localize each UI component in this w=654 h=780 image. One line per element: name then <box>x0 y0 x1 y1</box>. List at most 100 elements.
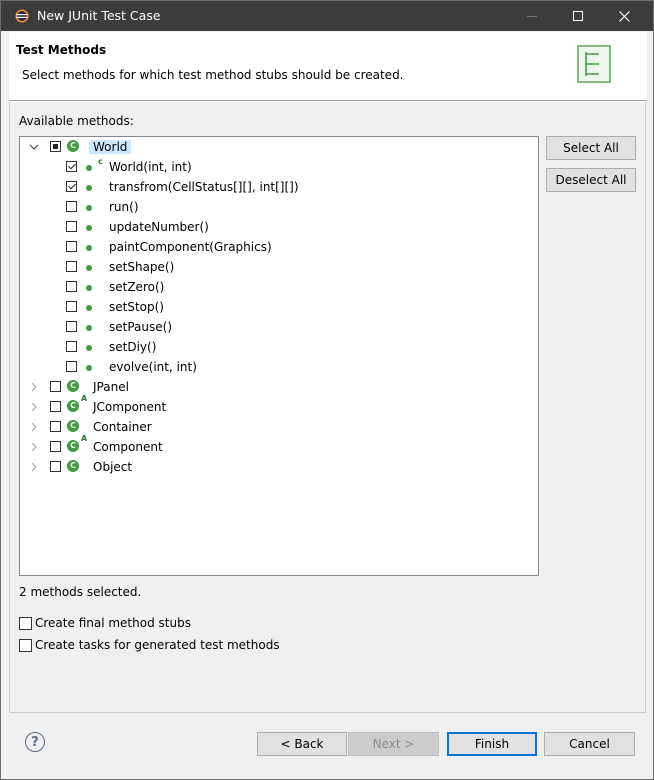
eclipse-icon <box>15 9 29 23</box>
page-description: Select methods for which test method stu… <box>22 68 404 82</box>
junit-wizard-banner-icon <box>577 45 611 83</box>
tree-supertype-row[interactable]: C Object <box>20 457 538 477</box>
method-label: updateNumber() <box>109 220 209 234</box>
constructor-mark-icon: c <box>98 157 103 166</box>
tasks-checkbox[interactable] <box>19 639 32 652</box>
back-button[interactable]: < Back <box>257 732 347 756</box>
tree-checkbox[interactable] <box>50 401 61 412</box>
available-methods-label: Available methods: <box>19 114 134 128</box>
tree-item-label: Container <box>93 420 152 434</box>
tree-checkbox[interactable] <box>50 421 61 432</box>
chevron-right-icon[interactable] <box>28 421 40 433</box>
tree-supertype-row[interactable]: C JPanel <box>20 377 538 397</box>
methods-tree[interactable]: C World c World(int, int) transfrom(CellStat… <box>19 136 539 576</box>
tree-method-row[interactable]: setZero() <box>20 277 538 297</box>
class-icon: C <box>67 395 87 412</box>
tree-item-label: JComponent <box>93 400 167 414</box>
cancel-button[interactable]: Cancel <box>544 732 635 756</box>
method-checkbox[interactable] <box>66 241 77 252</box>
header-separator-highlight <box>9 101 647 102</box>
page-title: Test Methods <box>16 43 107 57</box>
method-label: evolve(int, int) <box>109 360 197 374</box>
tree-item-label: Object <box>93 460 133 474</box>
chevron-right-icon[interactable] <box>28 441 40 453</box>
minimize-button[interactable] <box>509 1 555 31</box>
tree-item-label: Component <box>93 440 163 454</box>
chevron-right-icon[interactable] <box>28 381 40 393</box>
final-stubs-checkbox[interactable] <box>19 617 32 630</box>
tree-supertype-row[interactable]: C JComponent <box>20 395 538 417</box>
wizard-header: Test Methods Select methods for which te… <box>9 32 647 100</box>
method-label: setStop() <box>109 300 164 314</box>
chevron-down-icon[interactable] <box>28 141 40 153</box>
close-icon <box>618 10 630 22</box>
method-checkbox[interactable] <box>66 281 77 292</box>
chevron-right-icon[interactable] <box>28 461 40 473</box>
public-method-icon <box>86 205 92 211</box>
method-label: run() <box>109 200 139 214</box>
background-editor-strip-left <box>1 32 10 712</box>
maximize-button[interactable] <box>555 1 601 31</box>
tree-method-row[interactable]: paintComponent(Graphics) <box>20 237 538 257</box>
method-label: setDiy() <box>109 340 157 354</box>
method-checkbox[interactable] <box>66 301 77 312</box>
public-method-icon <box>86 185 92 191</box>
selection-status: 2 methods selected. <box>19 585 142 599</box>
tree-root-row[interactable]: C World <box>20 137 538 157</box>
title-bar[interactable]: New JUnit Test Case <box>1 1 653 31</box>
method-checkbox[interactable] <box>66 261 77 272</box>
public-method-icon <box>86 365 92 371</box>
public-method-icon <box>86 325 92 331</box>
tree-method-row[interactable]: transfrom(CellStatus[][], int[][]) <box>20 177 538 197</box>
tree-supertype-row[interactable]: C Container <box>20 417 538 437</box>
method-checkbox[interactable] <box>66 341 77 352</box>
finish-button[interactable]: Finish <box>447 732 537 756</box>
close-button[interactable] <box>601 1 647 31</box>
tree-checkbox[interactable] <box>50 381 61 392</box>
method-checkbox[interactable] <box>66 201 77 212</box>
class-icon: C <box>67 420 79 432</box>
footer-separator <box>9 712 647 713</box>
method-checkbox[interactable] <box>66 361 77 372</box>
method-checkbox[interactable] <box>66 221 77 232</box>
chevron-right-icon[interactable] <box>28 401 40 413</box>
method-label: paintComponent(Graphics) <box>109 240 272 254</box>
public-method-icon <box>86 225 92 231</box>
maximize-icon <box>573 11 583 21</box>
next-button[interactable]: Next > <box>348 732 439 756</box>
tree-method-row[interactable]: evolve(int, int) <box>20 357 538 377</box>
minimize-icon <box>527 16 537 17</box>
class-icon: C <box>67 460 79 472</box>
method-label: transfrom(CellStatus[][], int[][]) <box>109 180 299 194</box>
tree-method-row[interactable]: setShape() <box>20 257 538 277</box>
method-checkbox[interactable] <box>66 161 77 172</box>
tree-method-row[interactable]: c World(int, int) <box>20 157 538 177</box>
tree-supertype-row[interactable]: C Component <box>20 435 538 457</box>
tree-checkbox[interactable] <box>50 141 61 152</box>
class-icon: C <box>67 380 79 392</box>
method-label: setPause() <box>109 320 172 334</box>
background-editor-strip-right <box>645 32 653 712</box>
final-stubs-label: Create final method stubs <box>35 616 191 630</box>
class-icon: C <box>67 140 79 152</box>
public-method-icon <box>86 265 92 271</box>
tree-checkbox[interactable] <box>50 461 61 472</box>
tree-method-row[interactable]: run() <box>20 197 538 217</box>
method-checkbox[interactable] <box>66 321 77 332</box>
tree-method-row[interactable]: setDiy() <box>20 337 538 357</box>
public-method-icon <box>86 245 92 251</box>
tree-checkbox[interactable] <box>50 441 61 452</box>
tree-method-row[interactable]: setStop() <box>20 297 538 317</box>
select-all-button[interactable]: Select All <box>546 136 636 160</box>
constructor-method-icon <box>86 165 92 171</box>
dialog-window: New JUnit Test Case Test Methods Select … <box>0 0 654 780</box>
help-icon[interactable]: ? <box>25 732 45 752</box>
tree-item-label: World <box>89 140 132 154</box>
method-checkbox[interactable] <box>66 181 77 192</box>
method-label: World(int, int) <box>109 160 192 174</box>
window-title: New JUnit Test Case <box>37 8 161 23</box>
tree-method-row[interactable]: updateNumber() <box>20 217 538 237</box>
tree-method-row[interactable]: setPause() <box>20 317 538 337</box>
public-method-icon <box>86 345 92 351</box>
deselect-all-button[interactable]: Deselect All <box>546 168 636 192</box>
